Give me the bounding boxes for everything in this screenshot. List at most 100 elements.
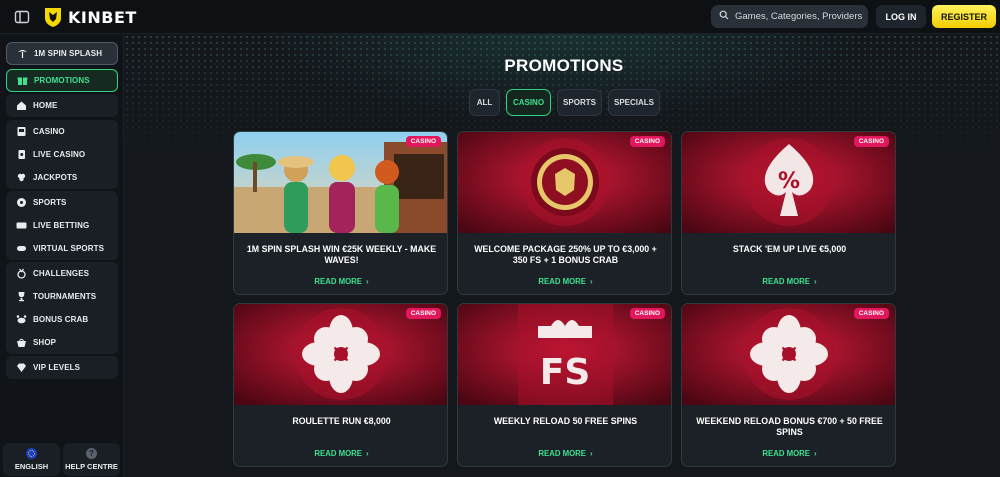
palm-icon — [17, 48, 28, 59]
sidebar-item-home[interactable]: HOME — [6, 94, 118, 117]
category-badge: CASINO — [629, 136, 665, 147]
sidebar-item-live-betting[interactable]: LIVE BETTING — [6, 214, 118, 237]
read-more-label: READ MORE — [762, 277, 811, 286]
promo-title: WEEKLY RELOAD 50 FREE SPINS — [493, 416, 638, 426]
kinbet-logo[interactable]: KINBET — [42, 6, 137, 28]
svg-text:%: % — [778, 169, 800, 194]
sidebar-item-promotions[interactable]: PROMOTIONS — [6, 69, 118, 92]
promo-image-flower — [682, 304, 895, 405]
login-button[interactable]: LOG IN — [876, 5, 926, 28]
read-more-link[interactable]: READ MORE › — [234, 449, 447, 458]
sidebar-item-challenges[interactable]: CHALLENGES — [6, 262, 118, 285]
language-label: ENGLISH — [14, 462, 49, 471]
basket-icon — [16, 337, 27, 348]
sidebar-item-label: CHALLENGES — [33, 269, 90, 278]
controller-icon — [16, 243, 27, 254]
language-selector[interactable]: ENGLISH — [3, 443, 60, 476]
promo-title: STACK 'EM UP LIVE €5,000 — [732, 244, 847, 254]
category-badge: CASINO — [853, 136, 889, 147]
sidebar-item-jackpots[interactable]: JACKPOTS — [6, 166, 118, 189]
sidebar-group-extras: CHALLENGES TOURNAMENTS BONUS CRAB SHOP — [6, 262, 118, 354]
help-centre-button[interactable]: ? HELP CENTRE — [63, 443, 120, 476]
sidebar-item-virtual-sports[interactable]: VIRTUAL SPORTS — [6, 237, 118, 260]
promo-card[interactable]: CASINO WEEKEND RELOAD BONUS €700 + 50 FR… — [681, 303, 896, 467]
sidebar-group-featured: 1M SPIN SPLASH — [6, 42, 118, 65]
sidebar-group-home: HOME — [6, 94, 118, 117]
sidebar-item-label: TOURNAMENTS — [33, 292, 97, 301]
read-more-link[interactable]: READ MORE › — [234, 277, 447, 286]
promo-title: WELCOME PACKAGE 250% UP TO €3,000 + 350 … — [474, 244, 657, 265]
eu-flag-icon — [26, 448, 37, 459]
promo-card[interactable]: CASINO ROULETTE RUN €8,000 READ MORE › — [233, 303, 448, 467]
register-button[interactable]: REGISTER — [932, 5, 996, 28]
slot-icon — [16, 126, 27, 137]
search-box[interactable] — [711, 5, 868, 28]
promo-card[interactable]: % CASINO STACK 'EM UP LIVE €5,000 READ M… — [681, 131, 896, 295]
read-more-link[interactable]: READ MORE › — [682, 277, 895, 286]
category-badge: CASINO — [629, 308, 665, 319]
read-more-link[interactable]: READ MORE › — [682, 449, 895, 458]
sidebar-item-label: JACKPOTS — [33, 173, 78, 182]
lion-shield-icon — [42, 6, 64, 28]
sidebar-item-label: LIVE CASINO — [33, 150, 86, 159]
sidebar-item-label: VIRTUAL SPORTS — [33, 244, 105, 253]
promo-card[interactable]: CASINO 1M SPIN SPLASH WIN €25K WEEKLY - … — [233, 131, 448, 295]
sidebar-item-tournaments[interactable]: TOURNAMENTS — [6, 285, 118, 308]
sidebar-group-sports: SPORTS LIVE BETTING VIRTUAL SPORTS — [6, 191, 118, 260]
sidebar: 1M SPIN SPLASH PROMOTIONS HOME CASINO LI… — [0, 34, 124, 477]
promo-image-percent-spade: % — [682, 132, 895, 233]
sidebar-item-sports[interactable]: SPORTS — [6, 191, 118, 214]
chevron-right-icon: › — [366, 449, 369, 458]
search-input[interactable] — [735, 11, 863, 22]
sidebar-item-casino[interactable]: CASINO — [6, 120, 118, 143]
read-more-label: READ MORE — [538, 277, 587, 286]
chevron-right-icon: › — [814, 277, 817, 286]
promo-image-fs-gift: FS — [458, 304, 671, 405]
sidebar-item-label: CASINO — [33, 127, 65, 136]
sidebar-item-shop[interactable]: SHOP — [6, 331, 118, 354]
category-badge: CASINO — [405, 308, 441, 319]
sidebar-item-bonus-crab[interactable]: BONUS CRAB — [6, 308, 118, 331]
sidebar-item-label: 1M SPIN SPLASH — [34, 49, 103, 58]
brand-name: KINBET — [68, 7, 137, 27]
sidebar-item-label: SPORTS — [33, 198, 67, 207]
crab-icon — [16, 314, 27, 325]
promo-image-flower — [234, 304, 447, 405]
main-content: PROMOTIONS ALL CASINO SPORTS SPECIALS CA… — [124, 34, 1000, 477]
home-icon — [16, 100, 27, 111]
read-more-link[interactable]: READ MORE › — [458, 449, 671, 458]
live-icon — [16, 220, 27, 231]
filter-casino[interactable]: CASINO — [506, 89, 551, 116]
chevron-right-icon: › — [366, 277, 369, 286]
gift-icon — [17, 75, 28, 86]
sidebar-toggle-icon[interactable] — [14, 9, 30, 25]
sidebar-item-live-casino[interactable]: LIVE CASINO — [6, 143, 118, 166]
promo-card[interactable]: FS CASINO WEEKLY RELOAD 50 FREE SPINS RE… — [457, 303, 672, 467]
sidebar-group-casino: CASINO LIVE CASINO JACKPOTS — [6, 120, 118, 189]
filter-specials[interactable]: SPECIALS — [608, 89, 660, 116]
sidebar-item-label: HOME — [33, 101, 58, 110]
chevron-right-icon: › — [590, 277, 593, 286]
sidebar-group-promo: PROMOTIONS — [6, 69, 118, 92]
filter-all[interactable]: ALL — [469, 89, 500, 116]
read-more-label: READ MORE — [314, 449, 363, 458]
help-icon: ? — [86, 448, 97, 459]
sidebar-item-spin-splash[interactable]: 1M SPIN SPLASH — [6, 42, 118, 65]
sidebar-item-vip-levels[interactable]: VIP LEVELS — [6, 356, 118, 379]
read-more-link[interactable]: READ MORE › — [458, 277, 671, 286]
read-more-label: READ MORE — [762, 449, 811, 458]
svg-text:FS: FS — [540, 352, 591, 393]
read-more-label: READ MORE — [538, 449, 587, 458]
clover-icon — [16, 172, 27, 183]
sidebar-item-label: BONUS CRAB — [33, 315, 89, 324]
page-title: PROMOTIONS — [504, 56, 624, 75]
category-badge: CASINO — [405, 136, 441, 147]
promotion-filters: ALL CASINO SPORTS SPECIALS — [469, 89, 660, 116]
filter-sports[interactable]: SPORTS — [557, 89, 602, 116]
trophy-icon — [16, 291, 27, 302]
cards-icon — [16, 149, 27, 160]
chevron-right-icon: › — [590, 449, 593, 458]
top-bar: KINBET LOG IN REGISTER — [0, 0, 1000, 34]
help-label: HELP CENTRE — [65, 462, 118, 471]
promo-card[interactable]: CASINO WELCOME PACKAGE 250% UP TO €3,000… — [457, 131, 672, 295]
